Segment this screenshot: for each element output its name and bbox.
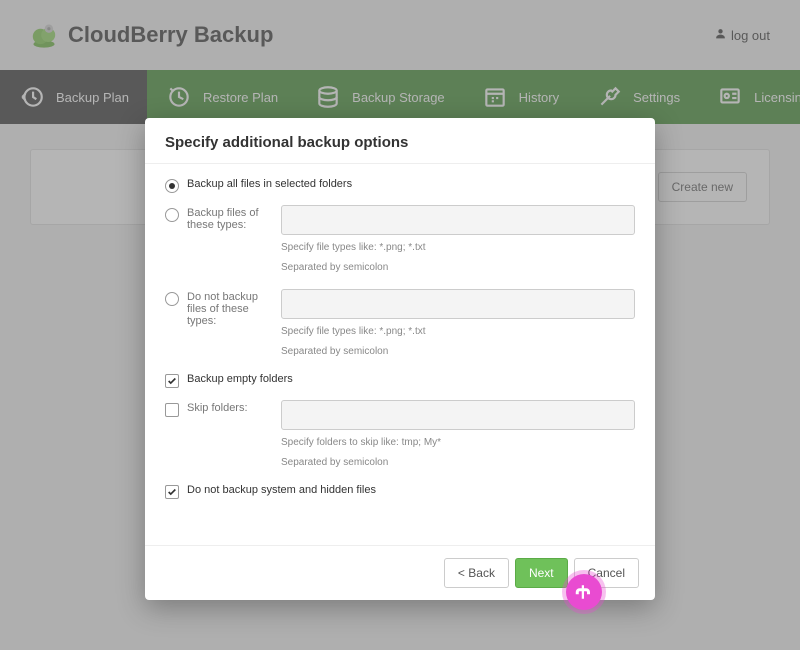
- next-button[interactable]: Next: [515, 558, 568, 588]
- hint-text: Specify folders to skip like: tmp; My*: [281, 436, 635, 450]
- option-skip-system[interactable]: Do not backup system and hidden files: [165, 484, 635, 499]
- back-button[interactable]: < Back: [444, 558, 509, 588]
- option-label: Skip folders:: [187, 402, 248, 414]
- radio-icon[interactable]: [165, 208, 179, 222]
- option-label: Backup all files in selected folders: [187, 178, 352, 190]
- hint-text: Separated by semicolon: [281, 261, 635, 275]
- modal-title: Specify additional backup options: [145, 118, 655, 164]
- hint-text: Separated by semicolon: [281, 345, 635, 359]
- hint-text: Separated by semicolon: [281, 456, 635, 470]
- radio-icon: [165, 179, 179, 193]
- modal-overlay: Specify additional backup options Backup…: [0, 0, 800, 650]
- radio-icon[interactable]: [165, 292, 179, 306]
- option-label: Do not backup system and hidden files: [187, 484, 376, 496]
- skip-folders-input[interactable]: [281, 400, 635, 430]
- cancel-button[interactable]: Cancel: [574, 558, 639, 588]
- option-label: Backup files of these types:: [187, 207, 273, 231]
- backup-options-modal: Specify additional backup options Backup…: [145, 118, 655, 600]
- exclude-types-input[interactable]: [281, 289, 635, 319]
- option-skip-folders: Skip folders: Specify folders to skip li…: [165, 400, 635, 470]
- option-label: Backup empty folders: [187, 373, 293, 385]
- checkbox-icon[interactable]: [165, 403, 179, 417]
- option-label: Do not backup files of these types:: [187, 291, 273, 327]
- option-empty-folders[interactable]: Backup empty folders: [165, 373, 635, 388]
- option-backup-all[interactable]: Backup all files in selected folders: [165, 178, 635, 193]
- hint-text: Specify file types like: *.png; *.txt: [281, 325, 635, 339]
- option-exclude-types: Do not backup files of these types: Spec…: [165, 289, 635, 359]
- option-include-types: Backup files of these types: Specify fil…: [165, 205, 635, 275]
- modal-body: Backup all files in selected folders Bac…: [145, 164, 655, 545]
- checkbox-checked-icon: [165, 485, 179, 499]
- modal-footer: < Back Next Cancel: [145, 545, 655, 600]
- hint-text: Specify file types like: *.png; *.txt: [281, 241, 635, 255]
- checkbox-checked-icon: [165, 374, 179, 388]
- include-types-input[interactable]: [281, 205, 635, 235]
